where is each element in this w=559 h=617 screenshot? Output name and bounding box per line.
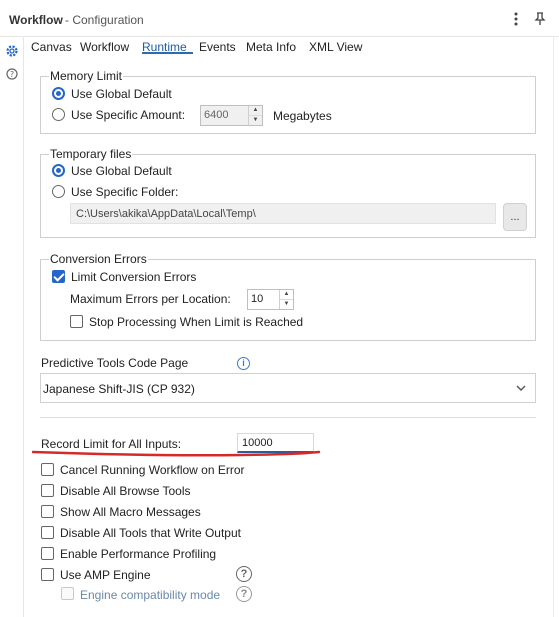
tab-meta-info[interactable]: Meta Info	[246, 40, 296, 54]
performance-profiling-checkbox[interactable]	[41, 547, 54, 560]
code-page-select[interactable]: Japanese Shift-JIS (CP 932)	[40, 373, 536, 403]
temp-files-legend: Temporary files	[49, 147, 133, 161]
code-page-label: Predictive Tools Code Page	[41, 356, 189, 370]
disable-browse-checkbox[interactable]	[41, 484, 54, 497]
chevron-down-icon	[515, 382, 527, 394]
amp-help-icon[interactable]: ?	[236, 566, 252, 582]
temp-specific-label: Use Specific Folder:	[71, 185, 179, 199]
memory-limit-group: Memory Limit	[40, 69, 536, 134]
browse-folder-button[interactable]: ...	[503, 203, 527, 231]
memory-specific-label: Use Specific Amount:	[71, 108, 186, 122]
code-page-value: Japanese Shift-JIS (CP 932)	[43, 382, 195, 396]
help-circle-icon[interactable]: ?	[4, 66, 20, 82]
memory-amount-value: 6400	[204, 109, 229, 121]
amp-engine-checkbox[interactable]	[41, 568, 54, 581]
temp-specific-radio[interactable]	[52, 185, 65, 198]
svg-text:?: ?	[10, 70, 14, 79]
tab-xml-view[interactable]: XML View	[309, 40, 362, 54]
max-errors-stepper[interactable]: 10 ▲ ▼	[247, 289, 294, 310]
stepper-up-icon[interactable]: ▲	[249, 106, 262, 116]
temp-folder-path: C:\Users\akika\AppData\Local\Temp\	[70, 203, 496, 224]
conversion-errors-legend: Conversion Errors	[49, 252, 148, 266]
section-divider	[40, 417, 536, 418]
stop-processing-label: Stop Processing When Limit is Reached	[89, 315, 304, 329]
memory-default-label: Use Global Default	[71, 87, 172, 101]
tab-workflow[interactable]: Workflow	[80, 40, 129, 54]
temp-default-label: Use Global Default	[71, 164, 172, 178]
vertical-scrollbar[interactable]	[553, 37, 559, 617]
memory-default-radio[interactable]	[52, 87, 65, 100]
pin-icon[interactable]	[532, 10, 548, 28]
stepper-down-icon[interactable]: ▼	[249, 116, 262, 126]
stepper-down-icon[interactable]: ▼	[280, 300, 293, 310]
memory-amount-arrows: ▲ ▼	[248, 106, 262, 125]
disable-write-output-checkbox[interactable]	[41, 526, 54, 539]
max-errors-value: 10	[251, 293, 264, 305]
title-bar: Workflow - Configuration	[0, 0, 559, 37]
active-tab-indicator	[142, 52, 193, 54]
cancel-on-error-label: Cancel Running Workflow on Error	[60, 463, 245, 477]
tab-events[interactable]: Events	[199, 40, 236, 54]
show-macro-messages-checkbox[interactable]	[41, 505, 54, 518]
engine-compat-label: Engine compatibility mode	[80, 588, 221, 602]
engine-compat-help-icon[interactable]: ?	[236, 586, 252, 602]
performance-profiling-label: Enable Performance Profiling	[60, 547, 217, 561]
temp-default-radio[interactable]	[52, 164, 65, 177]
record-limit-input[interactable]: 10000	[237, 433, 314, 453]
limit-errors-label: Limit Conversion Errors	[71, 270, 197, 284]
config-tabs: Canvas Workflow Runtime Events Meta Info…	[24, 37, 559, 57]
window-subtitle: - Configuration	[65, 13, 144, 27]
more-options-icon[interactable]	[508, 10, 524, 28]
gear-icon[interactable]	[4, 43, 20, 59]
cancel-on-error-checkbox[interactable]	[41, 463, 54, 476]
show-macro-messages-label: Show All Macro Messages	[60, 505, 201, 519]
memory-limit-legend: Memory Limit	[49, 69, 124, 83]
disable-write-output-label: Disable All Tools that Write Output	[60, 526, 241, 540]
disable-browse-label: Disable All Browse Tools	[60, 484, 191, 498]
max-errors-label: Maximum Errors per Location:	[70, 292, 231, 306]
info-icon[interactable]: i	[237, 357, 250, 370]
record-limit-label: Record Limit for All Inputs:	[41, 437, 182, 451]
tab-canvas[interactable]: Canvas	[31, 40, 72, 54]
window-title: Workflow	[9, 13, 63, 27]
left-rail: ?	[0, 37, 24, 617]
memory-amount-stepper[interactable]: 6400 ▲ ▼	[200, 105, 263, 126]
limit-errors-checkbox[interactable]	[52, 270, 65, 283]
amp-engine-label: Use AMP Engine	[60, 568, 151, 582]
stepper-up-icon[interactable]: ▲	[280, 290, 293, 300]
engine-compat-checkbox[interactable]	[61, 587, 74, 600]
memory-unit-label: Megabytes	[273, 109, 332, 123]
memory-specific-radio[interactable]	[52, 108, 65, 121]
stop-processing-checkbox[interactable]	[70, 315, 83, 328]
max-errors-arrows: ▲ ▼	[279, 290, 293, 309]
